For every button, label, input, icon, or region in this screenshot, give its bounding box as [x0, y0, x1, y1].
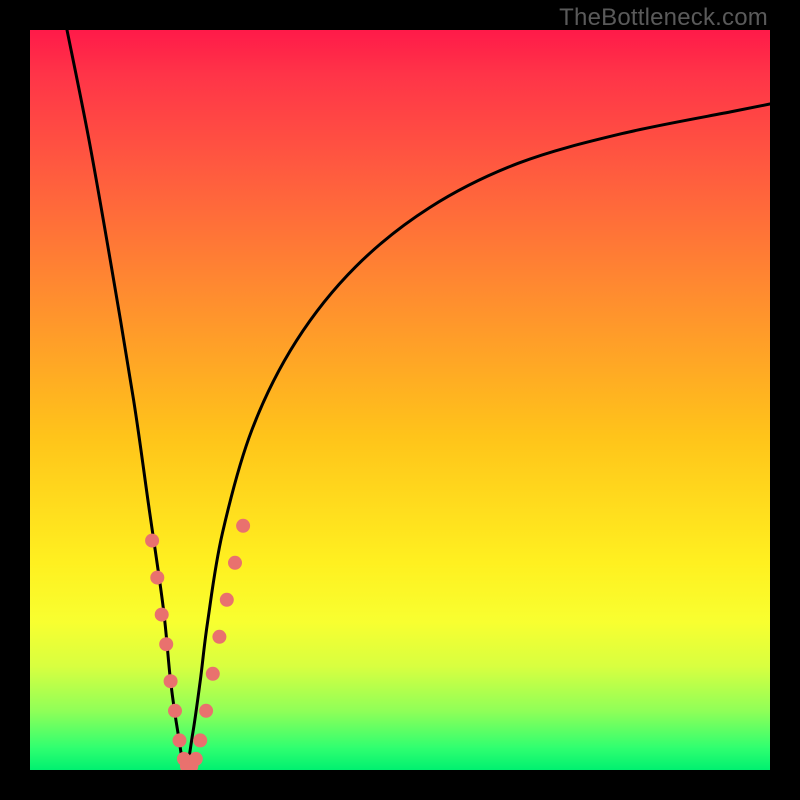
plot-area [30, 30, 770, 770]
curve-marker [159, 637, 173, 651]
curve-marker [168, 704, 182, 718]
curve-marker [220, 593, 234, 607]
curve-marker [193, 733, 207, 747]
curve-marker [236, 519, 250, 533]
curve-markers [145, 519, 250, 770]
curve-marker [155, 608, 169, 622]
curve-marker [212, 630, 226, 644]
curve-marker [164, 674, 178, 688]
curve-marker [173, 733, 187, 747]
watermark-text: TheBottleneck.com [559, 4, 768, 32]
curve-marker [145, 534, 159, 548]
curve-marker [206, 667, 220, 681]
chart-svg [30, 30, 770, 770]
curve-marker [199, 704, 213, 718]
chart-frame: TheBottleneck.com [0, 0, 800, 800]
curve-marker [189, 752, 203, 766]
curve-marker [228, 556, 242, 570]
curve-marker [150, 571, 164, 585]
bottleneck-curve [67, 30, 770, 770]
